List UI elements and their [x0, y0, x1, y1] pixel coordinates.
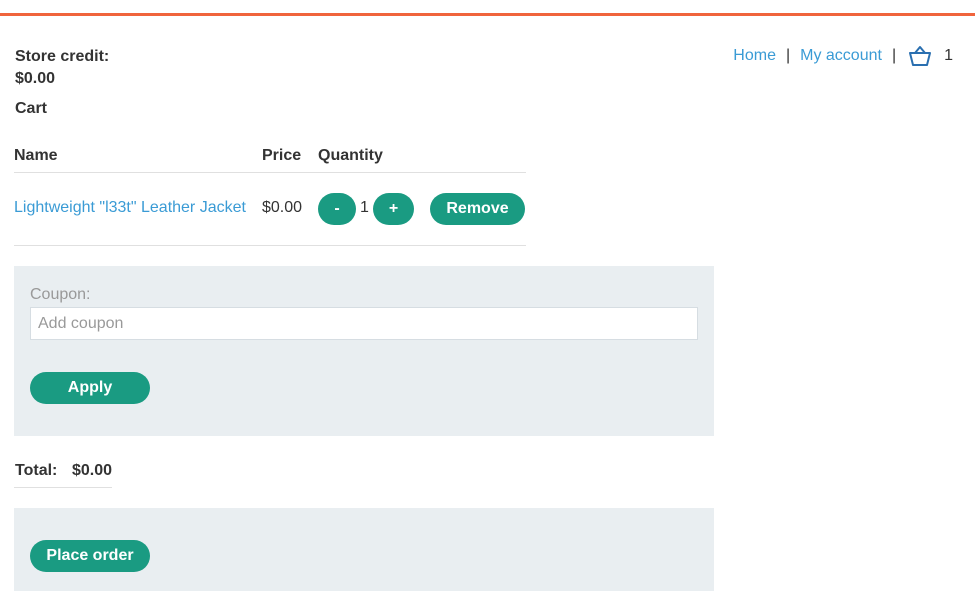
place-order-button[interactable]: Place order: [30, 540, 150, 572]
column-header-quantity: Quantity: [318, 147, 383, 164]
coupon-panel: Coupon: Apply: [14, 266, 714, 436]
table-row: Lightweight "l33t" Leather Jacket $0.00 …: [14, 173, 526, 246]
store-credit: Store credit: $0.00: [15, 46, 109, 90]
remove-button[interactable]: Remove: [430, 193, 525, 225]
product-name-link[interactable]: Lightweight "l33t" Leather Jacket: [14, 199, 246, 217]
quantity-value: 1: [360, 199, 369, 216]
top-nav: Home | My account | 1: [733, 45, 953, 67]
cart-heading: Cart: [15, 100, 48, 117]
cart-table: Name Price Quantity Lightweight "l33t" L…: [14, 140, 526, 246]
increase-quantity-button[interactable]: +: [373, 193, 414, 225]
apply-coupon-button[interactable]: Apply: [30, 372, 150, 404]
nav-my-account-link[interactable]: My account: [800, 46, 882, 66]
total-label: Total:: [15, 462, 58, 479]
coupon-input[interactable]: [30, 307, 698, 340]
coupon-label: Coupon:: [30, 286, 91, 303]
store-credit-value: $0.00: [15, 70, 56, 87]
product-price: $0.00: [262, 199, 303, 216]
order-total: Total: $0.00: [14, 460, 112, 488]
nav-separator: |: [785, 47, 791, 64]
column-header-price: Price: [262, 147, 302, 164]
store-credit-label: Store credit:: [15, 48, 110, 65]
nav-home-link[interactable]: Home: [733, 46, 776, 66]
column-header-name: Name: [14, 147, 58, 164]
decrease-quantity-button[interactable]: -: [318, 193, 356, 225]
cart-count: 1: [944, 47, 953, 64]
basket-icon[interactable]: [908, 45, 932, 67]
nav-separator: |: [891, 47, 897, 64]
place-order-panel: Place order: [14, 508, 714, 591]
total-value: $0.00: [72, 462, 113, 479]
header-accent-bar: [0, 13, 975, 16]
cart-table-header: Name Price Quantity: [14, 140, 526, 173]
